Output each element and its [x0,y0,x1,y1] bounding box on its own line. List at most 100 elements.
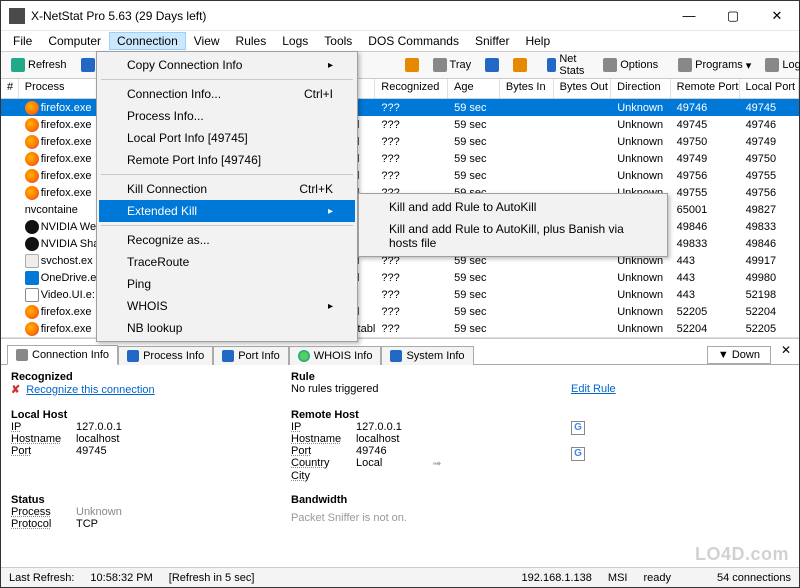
programs-button[interactable]: Programs ▾ [672,56,757,74]
maximize-button[interactable]: ▢ [711,2,755,30]
column-dir[interactable]: Direction [611,79,670,98]
menu-item-extended-kill[interactable]: Extended Kill [99,200,355,222]
tab-connection-info[interactable]: Connection Info [7,345,118,365]
close-conn-button[interactable] [399,56,425,74]
menu-dos-commands[interactable]: DOS Commands [360,32,467,50]
tab-process-info[interactable]: Process Info [118,346,213,365]
cell-bin [500,294,554,296]
menu-item-accel: Ctrl+K [299,182,333,196]
menu-item-label: Connection Info... [127,87,221,101]
last-refresh-value: 10:58:32 PM [90,572,152,584]
menu-file[interactable]: File [5,32,40,50]
remote-port: 49746 [356,445,387,457]
menu-item-process-info[interactable]: Process Info... [99,105,355,127]
menu-item-recognize-as[interactable]: Recognize as... [99,229,355,251]
menu-item-nb-lookup[interactable]: NB lookup [99,317,355,339]
cell-dir: Unknown [611,305,670,319]
tab-system-info[interactable]: System Info [381,346,473,365]
menu-logs[interactable]: Logs [274,32,316,50]
cell-bout [554,277,612,279]
cell-rport: 49833 [671,237,740,251]
bandwidth-header: Bandwidth [291,494,571,506]
column-bout[interactable]: Bytes Out [554,79,612,98]
minimize-button[interactable]: — [667,2,711,30]
menu-item-remote-port-info[interactable]: Remote Port Info [49746] [99,149,355,171]
cell-lport: 49755 [740,169,799,183]
tab-icon [298,350,310,362]
menu-help[interactable]: Help [517,32,558,50]
down-button[interactable]: ▼ Down [707,346,771,364]
menu-item-traceroute[interactable]: TraceRoute [99,251,355,273]
cell-bin [500,311,554,313]
options-button[interactable]: Options [597,56,664,74]
cell-process: firefox.exe [19,117,103,133]
cell-process: firefox.exe [19,168,103,184]
tab-port-info[interactable]: Port Info [213,346,289,365]
netstats-button[interactable]: Net Stats [541,51,595,79]
cell-lport: 52204 [740,305,799,319]
tab-label: Connection Info [32,349,109,361]
process-icon [25,305,39,319]
refresh-icon [11,58,25,72]
menu-item-connection-info[interactable]: Connection Info...Ctrl+I [99,83,355,105]
status-ready: ready [643,572,671,584]
google-ip-icon[interactable]: G [571,421,585,435]
port-label: Port [11,445,66,457]
edit-rule-link[interactable]: Edit Rule [571,383,616,395]
menu-item-copy-connection-info[interactable]: Copy Connection Info [99,54,355,76]
cell-lport: 49756 [740,186,799,200]
tool-b-button[interactable] [507,56,533,74]
menu-connection[interactable]: Connection [109,32,186,50]
column-num[interactable]: # [1,79,19,98]
tab-icon [390,350,402,362]
netstats-label: Net Stats [559,53,589,77]
menu-item-kill-connection[interactable]: Kill ConnectionCtrl+K [99,178,355,200]
arrow-icon: ➟ [432,457,441,470]
close-button[interactable]: ✕ [755,2,799,30]
column-lport[interactable]: Local Port [740,79,799,98]
cell-rport: 49846 [671,220,740,234]
cell-bout [554,175,612,177]
menu-tools[interactable]: Tools [316,32,360,50]
column-process[interactable]: Process [19,79,103,98]
submenu-item[interactable]: Kill and add Rule to AutoKill [361,196,665,218]
logs-button[interactable]: Logs ▾ [759,56,800,74]
submenu-item[interactable]: Kill and add Rule to AutoKill, plus Bani… [361,218,665,254]
cell-num [1,243,19,245]
refresh-button[interactable]: Refresh [5,56,73,74]
menu-sniffer[interactable]: Sniffer [467,32,517,50]
pin-icon [513,58,527,72]
menu-item-label: Copy Connection Info [127,58,242,72]
menu-rules[interactable]: Rules [228,32,275,50]
cell-lport: 49917 [740,254,799,268]
cell-bout [554,294,612,296]
status-header: Status [11,494,291,506]
menu-item-whois[interactable]: WHOIS [99,295,355,317]
tray-button[interactable]: Tray [427,56,478,74]
process-value: Unknown [76,506,122,518]
local-host-header: Local Host [11,409,291,421]
menu-computer[interactable]: Computer [40,32,109,50]
column-age[interactable]: Age [448,79,500,98]
cell-process: NVIDIA Sha [19,236,103,252]
cell-num [1,158,19,160]
tool-a-button[interactable] [479,56,505,74]
menu-item-local-port-info[interactable]: Local Port Info [49745] [99,127,355,149]
recognize-link[interactable]: Recognize this connection [26,384,154,396]
tab-whois-info[interactable]: WHOIS Info [289,346,382,365]
column-bin[interactable]: Bytes In [500,79,554,98]
menu-view[interactable]: View [186,32,228,50]
remote-port-label: Port [291,445,346,457]
close-panel-button[interactable]: ✕ [781,343,791,357]
cell-rport: 443 [671,271,740,285]
menu-item-label: NB lookup [127,321,182,335]
column-rec[interactable]: Recognized [375,79,448,98]
protocol-label: Protocol [11,518,66,530]
cell-bin [500,124,554,126]
column-rport[interactable]: Remote Port [671,79,740,98]
cell-num [1,175,19,177]
logs-label: Logs [782,59,800,71]
google-host-icon[interactable]: G [571,447,585,461]
menu-item-ping[interactable]: Ping [99,273,355,295]
remote-ip: 127.0.0.1 [356,421,402,433]
